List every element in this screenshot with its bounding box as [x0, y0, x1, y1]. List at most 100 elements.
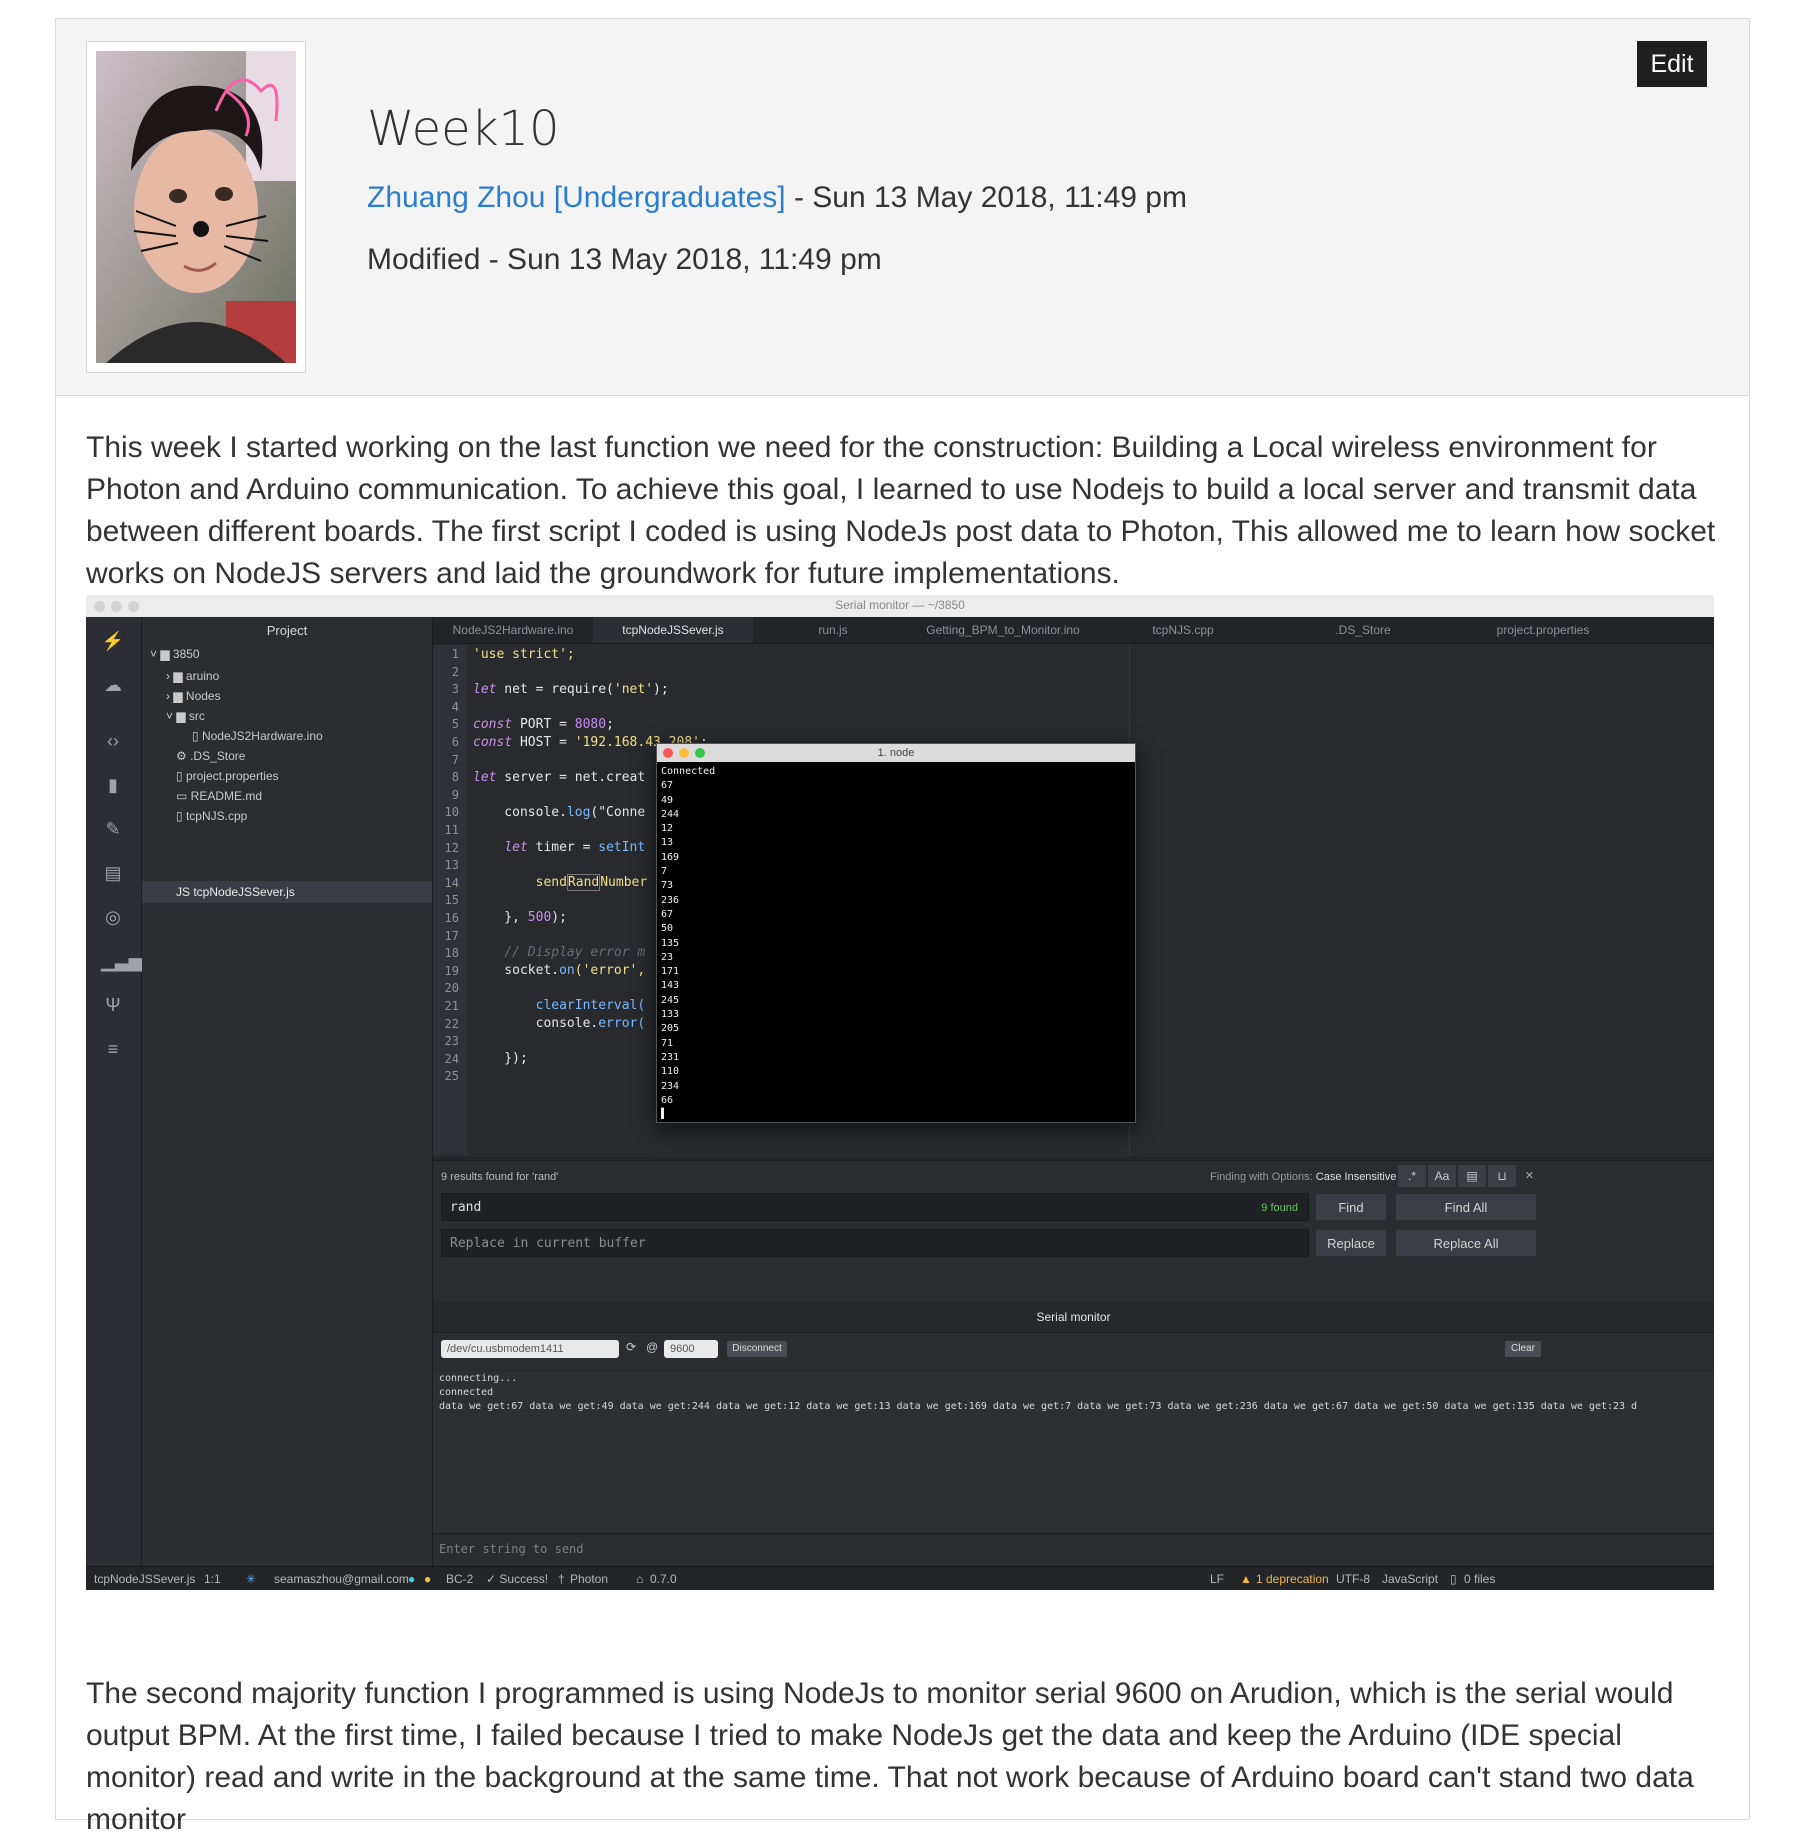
baud-select[interactable]: 9600 [664, 1340, 718, 1358]
line-number: 12 [444, 840, 459, 855]
tree-label: Nodes [185, 689, 221, 703]
clear-button[interactable]: Clear [1505, 1341, 1541, 1357]
post-paragraph-2: The second majority function I programme… [86, 1677, 1694, 1836]
tree-file-ds-store[interactable]: ⚙ .DS_Store [176, 749, 245, 763]
close-find-icon[interactable]: × [1525, 1167, 1534, 1184]
term-close-icon[interactable] [663, 748, 673, 758]
find-input[interactable]: rand 9 found [441, 1193, 1309, 1221]
line-number: 23 [444, 1034, 459, 1049]
avatar [96, 51, 296, 363]
tree-file-nodejs2hardware[interactable]: ▯ NodeJS2Hardware.ino [192, 729, 323, 743]
find-panel: 9 results found for 'rand' Finding with … [433, 1160, 1714, 1301]
line-number: 2 [451, 664, 459, 679]
tree-folder-aruino[interactable]: › ▆ aruino [166, 669, 219, 683]
tree-file-tcpnodejssever[interactable]: JS tcpNodeJSSever.js [176, 885, 295, 899]
status-grammar[interactable]: JavaScript [1382, 1572, 1438, 1586]
code-token: console. [473, 805, 567, 820]
tab-tcpnodejssever[interactable]: tcpNodeJSSever.js [593, 617, 753, 643]
tree-label: NodeJS2Hardware.ino [201, 729, 323, 743]
tree-label: project.properties [185, 769, 279, 783]
tab-run[interactable]: run.js [753, 617, 913, 643]
status-platform[interactable]: Photon [570, 1572, 608, 1586]
tree-label: .DS_Store [190, 749, 246, 763]
tree-label: aruino [185, 669, 220, 683]
term-minimize-icon[interactable] [679, 748, 689, 758]
refresh-icon[interactable]: ⟳ [626, 1340, 636, 1354]
find-button[interactable]: Find [1315, 1193, 1387, 1221]
post-byline: Zhuang Zhou [Undergraduates] - Sun 13 Ma… [367, 181, 1187, 215]
tab-tcpnjs[interactable]: tcpNJS.cpp [1093, 617, 1273, 643]
edit-button[interactable]: Edit [1637, 41, 1707, 87]
line-number: 17 [444, 928, 459, 943]
post-paragraph-1: This week I started working on the last … [86, 431, 1716, 590]
options-value: Case Insensitive [1315, 1171, 1397, 1183]
status-version[interactable]: 0.7.0 [650, 1572, 677, 1586]
options-label: Finding with Options: [1210, 1171, 1313, 1183]
code-token: 8080 [574, 717, 607, 732]
tree-file-project-properties[interactable]: ▯ project.properties [176, 769, 279, 783]
port-select[interactable]: /dev/cu.usbmodem1411 [441, 1340, 619, 1358]
code-line-1: 'use strict'; [473, 647, 575, 662]
tab-nodejs2hardware[interactable]: NodeJS2Hardware.ino [433, 617, 593, 643]
case-toggle[interactable]: Aa [1428, 1165, 1456, 1187]
cloud-icon: ☁ [104, 675, 122, 695]
code-token: setInt [598, 840, 646, 855]
author-link[interactable]: Zhuang Zhou [Undergraduates] [367, 181, 786, 214]
disconnect-button[interactable]: Disconnect [727, 1341, 787, 1357]
tree-file-tcpnjs[interactable]: ▯ tcpNJS.cpp [176, 809, 247, 823]
code-token: PORT = [512, 717, 575, 732]
line-number: 8 [451, 770, 459, 785]
author-avatar-frame [86, 41, 306, 373]
post-header: Edit Week10 Zhuang Zhou [Undergraduates]… [56, 19, 1749, 396]
tab-project-properties[interactable]: project.properties [1453, 617, 1633, 643]
tab-getting-bpm[interactable]: Getting_BPM_to_Monitor.ino [913, 617, 1093, 643]
line-number: 9 [451, 787, 459, 802]
tree-folder-nodes[interactable]: › ▆ Nodes [166, 689, 221, 703]
regex-toggle[interactable]: .* [1398, 1165, 1426, 1187]
code-token: error( [598, 1016, 646, 1031]
replace-all-button[interactable]: Replace All [1395, 1229, 1537, 1257]
tool-sidebar: ⚡ ☁ ‹› ▮ ✎ ▤ ◎ ▁▃▅ Ψ ≡ [86, 617, 143, 1567]
spinner-icon: ✳ [246, 1572, 257, 1586]
code-line-14: sendRandNumber [473, 874, 648, 891]
line-number: 5 [451, 717, 459, 732]
window-title: Serial monitor — ~/3850 [835, 598, 965, 612]
window-titlebar: Serial monitor — ~/3850 [86, 595, 1714, 618]
replace-button[interactable]: Replace [1315, 1229, 1387, 1257]
code-token: console. [473, 1016, 599, 1031]
selection-toggle-icon[interactable]: ▤ [1458, 1165, 1486, 1187]
tree-folder-src[interactable]: ˅ ▆ src [166, 709, 205, 723]
code-token: ); [551, 910, 567, 925]
tree-file-readme[interactable]: ▭ README.md [176, 789, 262, 803]
status-deprecation[interactable]: 1 deprecation [1256, 1572, 1329, 1586]
serial-monitor-title: Serial monitor [433, 1302, 1714, 1333]
find-all-button[interactable]: Find All [1395, 1193, 1537, 1221]
status-email[interactable]: seamaszhou@gmail.com [274, 1572, 409, 1586]
code-token: clearInterval( [535, 998, 646, 1013]
status-line-ending[interactable]: LF [1210, 1572, 1224, 1586]
code-line-19: socket.on('error', [473, 963, 645, 978]
whole-word-toggle-icon[interactable]: ⊔ [1488, 1165, 1516, 1187]
status-files[interactable]: 0 files [1464, 1572, 1495, 1586]
code-token: 'net' [613, 682, 654, 697]
post-card: Edit Week10 Zhuang Zhou [Undergraduates]… [55, 18, 1750, 1836]
code-token: Rand [566, 874, 601, 891]
status-encoding[interactable]: UTF-8 [1336, 1572, 1370, 1586]
status-file[interactable]: tcpNodeJSSever.js [94, 1572, 195, 1586]
line-number: 7 [451, 752, 459, 767]
status-device[interactable]: BC-2 [446, 1572, 473, 1586]
status-cursor[interactable]: 1:1 [204, 1572, 221, 1586]
line-number: 19 [444, 963, 459, 978]
tree-folder-3850[interactable]: ˅ ▆ 3850 [150, 647, 200, 661]
send-input[interactable]: Enter string to send [439, 1542, 584, 1556]
code-token: Number [600, 875, 648, 890]
replace-input[interactable]: Replace in current buffer [441, 1229, 1309, 1257]
code-token: server = net.creat [496, 770, 646, 785]
usb-icon: Ψ [105, 995, 121, 1015]
term-zoom-icon[interactable] [695, 748, 705, 758]
code-line-3: let net = require('net'); [473, 682, 669, 697]
tab-ds-store[interactable]: .DS_Store [1273, 617, 1453, 643]
antenna-icon: † [558, 1572, 565, 1586]
code-token: ("Conne [590, 805, 646, 820]
chart-icon: ▁▃▅ [101, 951, 143, 971]
